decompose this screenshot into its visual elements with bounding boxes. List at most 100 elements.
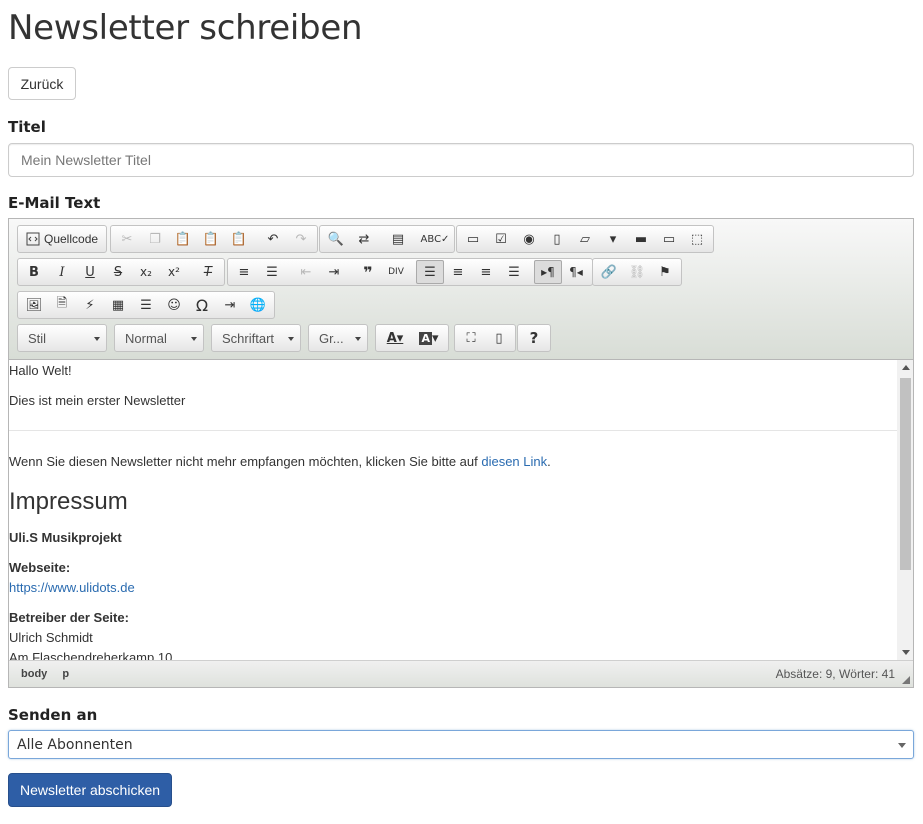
unsubscribe-paragraph: Wenn Sie diesen Newsletter nicht mehr em… (9, 454, 551, 469)
title-label: Titel (8, 118, 46, 136)
page-break-icon[interactable]: ⇥ (216, 293, 244, 317)
editor-statusbar: body p Absätze: 9, Wörter: 41 (9, 660, 913, 687)
operator-name: Ulrich Schmidt (9, 630, 93, 645)
font-dropdown[interactable]: Schriftart (211, 324, 301, 352)
bold-icon[interactable]: B (20, 260, 48, 284)
greeting-text: Hallo Welt! (9, 363, 72, 378)
editor-toolbar: Quellcode ✂ ❐ 📋 📋 📋 ↶ ↷ 🔍 ⇄ ▤ ABC✓ ▭ ☑ ◉… (9, 219, 913, 360)
form-icon[interactable]: ▭ (459, 227, 487, 251)
page-title: Newsletter schreiben (8, 8, 363, 48)
paragraph-group: ≡ ☰ ⇤ ⇥ ❞ DIV ☰ ≡ ≡ ☰ ▸¶ ¶◂ (227, 258, 593, 286)
select-field-icon[interactable]: ▾ (599, 227, 627, 251)
scrollbar-thumb[interactable] (900, 378, 911, 570)
remove-format-icon[interactable]: T̶ (194, 260, 222, 284)
unsubscribe-link[interactable]: diesen Link (481, 454, 547, 469)
send-newsletter-button[interactable]: Newsletter abschicken (8, 773, 172, 807)
replace-icon[interactable]: ⇄ (350, 227, 378, 251)
textarea-icon[interactable]: ▱ (571, 227, 599, 251)
paste-icon[interactable]: 📋 (169, 227, 197, 251)
text-color-icon[interactable]: A▾ (378, 326, 412, 350)
copy-icon[interactable]: ❐ (141, 227, 169, 251)
resize-handle-icon[interactable] (902, 676, 910, 684)
style-dropdown[interactable]: Stil (17, 324, 107, 352)
paste-word-icon[interactable]: 📋 (225, 227, 253, 251)
hidden-field-icon[interactable]: ⬚ (683, 227, 711, 251)
size-dropdown-label: Gr... (319, 330, 344, 346)
chevron-down-icon (94, 337, 100, 341)
align-left-icon[interactable]: ☰ (416, 260, 444, 284)
blockquote-icon[interactable]: ❞ (354, 260, 382, 284)
special-char-icon[interactable]: Ω (188, 293, 216, 317)
spellcheck-icon[interactable]: ABC✓ (418, 227, 452, 251)
select-all-icon[interactable]: ▤ (384, 227, 412, 251)
send-to-label: Senden an (8, 706, 98, 724)
element-path: body p (21, 668, 81, 680)
size-dropdown[interactable]: Gr... (308, 324, 368, 352)
ltr-icon[interactable]: ▸¶ (534, 260, 562, 284)
outdent-icon[interactable]: ⇤ (292, 260, 320, 284)
format-dropdown-label: Normal (125, 330, 167, 346)
background-color-icon[interactable]: A ▾ (412, 326, 446, 350)
align-justify-icon[interactable]: ☰ (500, 260, 528, 284)
bulleted-list-icon[interactable]: ☰ (258, 260, 286, 284)
word-count: Absätze: 9, Wörter: 41 (775, 667, 895, 681)
editor-content[interactable]: Hallo Welt! Dies ist mein erster Newslet… (9, 360, 897, 660)
operator-label: Betreiber der Seite: (9, 610, 129, 625)
scroll-up-arrow-icon[interactable] (902, 365, 910, 370)
italic-icon[interactable]: I (48, 260, 76, 284)
subscript-icon[interactable]: x₂ (132, 260, 160, 284)
cut-icon[interactable]: ✂ (113, 227, 141, 251)
new-page-icon[interactable]: 🗎 (48, 293, 76, 317)
superscript-icon[interactable]: x² (160, 260, 188, 284)
website-link[interactable]: https://www.ulidots.de (9, 580, 135, 595)
recipients-select[interactable]: Alle Abonnenten (8, 730, 914, 759)
underline-icon[interactable]: U (76, 260, 104, 284)
indent-icon[interactable]: ⇥ (320, 260, 348, 284)
table-icon[interactable]: ▦ (104, 293, 132, 317)
button-icon[interactable]: ▬ (627, 227, 655, 251)
path-body[interactable]: body (21, 668, 47, 680)
radio-icon[interactable]: ◉ (515, 227, 543, 251)
numbered-list-icon[interactable]: ≡ (230, 260, 258, 284)
operator-street: Am Flaschendreherkamp 10 (9, 650, 173, 660)
flash-icon[interactable]: ⚡ (76, 293, 104, 317)
paste-text-icon[interactable]: 📋 (197, 227, 225, 251)
tools-group: ⛶ ▯ (454, 324, 516, 352)
path-p[interactable]: p (62, 668, 69, 680)
unsubscribe-end: . (547, 454, 551, 469)
website-label: Webseite: (9, 560, 71, 575)
rtl-icon[interactable]: ¶◂ (562, 260, 590, 284)
source-label: Quellcode (44, 232, 99, 246)
source-button[interactable]: Quellcode (20, 227, 104, 251)
help-button[interactable]: ? (520, 326, 548, 350)
scroll-down-arrow-icon[interactable] (902, 650, 910, 655)
div-icon[interactable]: DIV (382, 260, 410, 284)
redo-icon[interactable]: ↷ (287, 227, 315, 251)
chevron-down-icon (898, 743, 906, 748)
recipients-select-value: Alle Abonnenten (17, 736, 133, 753)
search-icon[interactable]: 🔍 (322, 227, 350, 251)
form-elements-group: ▭ ☑ ◉ ▯ ▱ ▾ ▬ ▭ ⬚ (456, 225, 714, 253)
image-icon[interactable]: 🖼 (20, 293, 48, 317)
show-blocks-icon[interactable]: ▯ (485, 326, 513, 350)
title-input[interactable] (8, 143, 914, 177)
find-group: 🔍 ⇄ ▤ ABC✓ (319, 225, 455, 253)
basic-styles-group: B I U S x₂ x² T̶ (17, 258, 225, 286)
iframe-globe-icon[interactable]: 🌐 (244, 293, 272, 317)
back-button[interactable]: Zurück (8, 67, 76, 100)
maximize-icon[interactable]: ⛶ (457, 326, 485, 350)
undo-icon[interactable]: ↶ (259, 227, 287, 251)
textfield-icon[interactable]: ▯ (543, 227, 571, 251)
strike-icon[interactable]: S (104, 260, 132, 284)
anchor-flag-icon[interactable]: ⚑ (651, 260, 679, 284)
smiley-icon[interactable]: ☺ (160, 293, 188, 317)
align-right-icon[interactable]: ≡ (472, 260, 500, 284)
unlink-icon[interactable]: ⛓ (623, 260, 651, 284)
align-center-icon[interactable]: ≡ (444, 260, 472, 284)
checkbox-icon[interactable]: ☑ (487, 227, 515, 251)
image-button-icon[interactable]: ▭ (655, 227, 683, 251)
horizontal-line-icon[interactable]: ☰ (132, 293, 160, 317)
editor-scrollbar[interactable] (897, 360, 913, 660)
link-icon[interactable]: 🔗 (595, 260, 623, 284)
format-dropdown[interactable]: Normal (114, 324, 204, 352)
